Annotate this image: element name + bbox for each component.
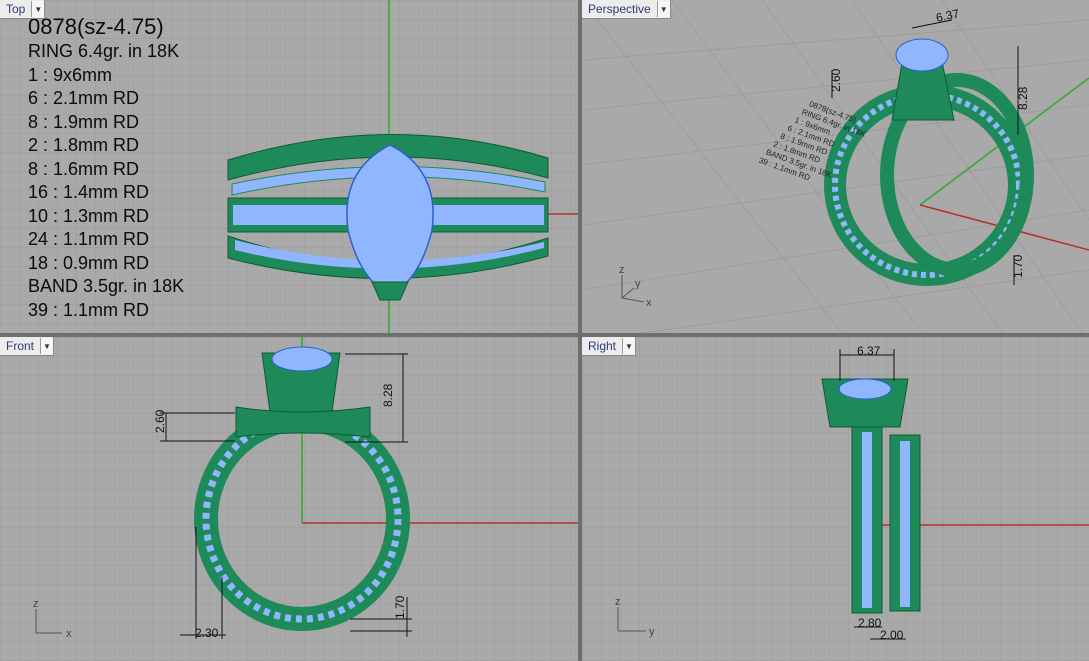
svg-text:z: z	[615, 596, 621, 608]
dropdown-arrow-icon[interactable]: ▼	[622, 338, 636, 354]
dim-side: 2.60	[829, 68, 843, 92]
svg-text:z: z	[619, 264, 625, 276]
ring-notes: 0878(sz-4.75) RING 6.4gr. in 18K 1 : 9x6…	[28, 14, 184, 322]
stone-line: 1 : 9x6mm	[28, 64, 113, 85]
dim-height: 8.28	[1016, 86, 1030, 110]
viewport-label: Front	[6, 339, 35, 353]
viewport-label: Right	[588, 339, 617, 353]
dim-right-b: 2.00	[880, 628, 904, 642]
viewport-tab-right[interactable]: Right ▼	[582, 337, 637, 356]
dim-front-shank: 2.30	[195, 626, 219, 640]
dim-front-side: 2.60	[153, 409, 167, 433]
svg-text:x: x	[66, 628, 72, 640]
stone-line: 24 : 1.1mm RD	[28, 229, 150, 249]
stone-line: 6 : 2.1mm RD	[28, 88, 140, 108]
viewport-tab-perspective[interactable]: Perspective ▼	[582, 0, 671, 19]
stone-line: 8 : 1.9mm RD	[28, 111, 140, 132]
svg-text:z: z	[33, 598, 39, 610]
dim-front-height: 8.28	[381, 383, 395, 407]
viewport-top[interactable]: Top ▼ 0878(sz-4.75) RING 6.4gr. in 18K 1…	[0, 0, 578, 333]
dropdown-arrow-icon[interactable]: ▼	[31, 1, 45, 17]
axis-gizmo: z x y	[619, 264, 652, 309]
dim-shank: 1.70	[1011, 254, 1025, 278]
band-stones: 39 : 1.1mm RD	[28, 299, 150, 320]
viewport-label: Perspective	[588, 2, 651, 16]
right-view-scene: 6.37 2.80 2.00 z y	[582, 337, 1089, 661]
svg-text:y: y	[649, 626, 655, 638]
viewport-label: Top	[6, 2, 26, 16]
svg-text:y: y	[635, 278, 641, 290]
dropdown-arrow-icon[interactable]: ▼	[656, 1, 670, 17]
dim-front-bottom: 1.70	[393, 595, 407, 619]
perspective-view-scene: 6.37 8.28 2.60 1.70 0878(sz-4.75) RING 6…	[582, 0, 1089, 333]
viewport-front[interactable]: Front ▼ 8.28 2.60 2.30 1.70 z x	[0, 337, 578, 661]
svg-text:x: x	[646, 297, 652, 309]
front-view-scene: 8.28 2.60 2.30 1.70 z x	[0, 337, 578, 661]
stone-line: 16 : 1.4mm RD	[28, 182, 150, 202]
ring-title: 0878(sz-4.75)	[28, 14, 164, 39]
stone-line: 10 : 1.3mm RD	[28, 205, 150, 226]
ring-weight: RING 6.4gr. in 18K	[28, 41, 180, 61]
viewport-tab-top[interactable]: Top ▼	[0, 0, 46, 19]
viewport-perspective[interactable]: Perspective ▼ 6.37 8.28 2.60 1.70 0878(s…	[582, 0, 1089, 333]
dim-right-width: 6.37	[857, 344, 881, 358]
viewport-tab-front[interactable]: Front ▼	[0, 337, 55, 356]
band-weight: BAND 3.5gr. in 18K	[28, 276, 185, 296]
ring-perspective-model	[824, 38, 1034, 286]
viewport-right[interactable]: Right ▼ 6.37 2.80 2.00 z y	[582, 337, 1089, 661]
stone-line: 18 : 0.9mm RD	[28, 252, 150, 273]
dropdown-arrow-icon[interactable]: ▼	[40, 338, 54, 354]
stone-line: 2 : 1.8mm RD	[28, 135, 140, 155]
stone-line: 8 : 1.6mm RD	[28, 158, 140, 179]
dim-right-a: 2.80	[858, 616, 882, 630]
